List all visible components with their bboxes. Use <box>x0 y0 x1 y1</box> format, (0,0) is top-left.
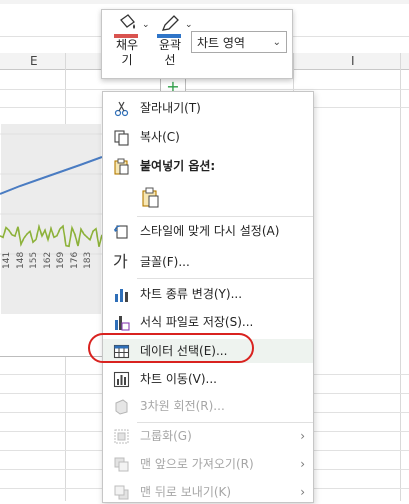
menu-label: 차트 종류 변경(Y)... <box>140 287 243 301</box>
fill-button[interactable]: 채우 기 <box>112 14 142 68</box>
menu-item-font[interactable]: 가 글꼴(F)... <box>103 250 313 274</box>
x-axis-tick-label: 155 <box>29 251 39 269</box>
chart-area[interactable]: 141 148 155 162 169 176 183 <box>0 124 103 357</box>
column-header-i[interactable]: I <box>351 53 355 69</box>
reset-style-icon <box>114 225 128 239</box>
send-back-icon <box>114 485 129 500</box>
menu-item-reset-style[interactable]: 스타일에 맞게 다시 설정(A) <box>103 219 313 243</box>
scissors-icon <box>114 101 129 117</box>
menu-item-send-to-back[interactable]: 맨 뒤로 보내기(K) › <box>103 480 313 504</box>
select-data-icon <box>113 344 130 359</box>
group-icon <box>114 429 129 444</box>
move-chart-icon <box>113 371 130 388</box>
menu-item-move-chart[interactable]: 차트 이동(V)... <box>103 367 313 391</box>
x-axis-tick-label: 183 <box>83 251 93 269</box>
menu-label: 맨 뒤로 보내기(K) <box>140 485 232 499</box>
paste-option-icon <box>142 187 159 208</box>
menu-label: 붙여넣기 옵션: <box>140 159 216 173</box>
gridline-col <box>400 53 401 501</box>
menu-label: 차트 이동(V)... <box>140 372 217 386</box>
outline-dropdown-icon[interactable]: ⌄ <box>185 20 193 30</box>
paste-icon <box>114 158 129 175</box>
fill-label-2: 기 <box>121 53 133 67</box>
outline-color-swatch <box>157 34 181 38</box>
menu-label: 서식 파일로 저장(S)... <box>140 315 254 329</box>
menu-label: 글꼴(F)... <box>140 255 190 269</box>
chart-elements-select[interactable]: 차트 영역 ⌄ <box>191 31 287 53</box>
save-template-icon <box>115 316 130 331</box>
series-green-line <box>0 223 102 248</box>
menu-label: 3차원 회전(R)... <box>140 399 225 413</box>
menu-item-group[interactable]: 그룹화(G) › <box>103 424 313 448</box>
context-menu: 잘라내기(T) 복사(C) 붙여넣기 옵션: 스타일에 맞게 다시 설정(A) <box>102 91 314 503</box>
fill-dropdown-icon[interactable]: ⌄ <box>142 20 150 30</box>
submenu-arrow-icon: › <box>300 457 305 471</box>
menu-item-cut[interactable]: 잘라내기(T) <box>103 96 313 120</box>
menu-label: 잘라내기(T) <box>140 101 201 115</box>
top-strip <box>0 0 409 4</box>
x-axis-tick-label: 148 <box>15 251 26 269</box>
menu-label: 스타일에 맞게 다시 설정(A) <box>140 224 280 238</box>
fill-label-1: 채우 <box>115 38 139 52</box>
bring-front-icon <box>114 457 129 472</box>
chevron-down-icon: ⌄ <box>272 37 281 48</box>
column-header-e[interactable]: E <box>30 53 38 69</box>
paste-option-keep-formatting[interactable] <box>103 184 313 212</box>
x-axis-tick-label: 169 <box>56 251 66 269</box>
paint-bucket-icon <box>120 14 135 29</box>
menu-separator <box>137 278 313 279</box>
menu-separator <box>137 422 313 423</box>
menu-item-3d-rotation[interactable]: 3차원 회전(R)... <box>103 394 313 418</box>
chart-elements-select-value: 차트 영역 <box>197 36 245 50</box>
menu-label: 데이터 선택(E)... <box>140 344 228 358</box>
menu-label: 복사(C) <box>140 130 180 144</box>
fill-color-swatch <box>114 34 138 38</box>
menu-item-paste-options: 붙여넣기 옵션: <box>103 154 313 178</box>
copy-icon <box>114 130 129 146</box>
menu-item-bring-to-front[interactable]: 맨 앞으로 가져오기(R) › <box>103 452 313 476</box>
series-blue-line <box>0 156 102 195</box>
gridline-row <box>0 89 409 90</box>
submenu-arrow-icon: › <box>300 429 305 443</box>
font-icon: 가 <box>113 252 128 271</box>
chart-plot-area <box>0 124 102 314</box>
outline-button[interactable]: 윤곽 선 <box>155 14 185 68</box>
menu-separator <box>137 216 313 217</box>
x-axis-tick-label: 141 <box>2 251 12 269</box>
submenu-arrow-icon: › <box>300 485 305 499</box>
menu-item-save-template[interactable]: 서식 파일로 저장(S)... <box>103 310 313 334</box>
bar-chart-icon <box>115 289 128 302</box>
menu-label: 그룹화(G) <box>140 429 192 443</box>
x-axis-tick-label: 162 <box>42 251 53 269</box>
menu-item-select-data[interactable]: 데이터 선택(E)... <box>103 339 313 363</box>
x-axis-tick-label: 176 <box>69 251 80 269</box>
menu-item-copy[interactable]: 복사(C) <box>103 125 313 149</box>
mini-toolbar: 채우 기 ⌄ 윤곽 선 ⌄ 차트 영역 ⌄ <box>101 9 293 79</box>
pen-icon <box>161 15 179 31</box>
outline-label-2: 선 <box>164 53 176 67</box>
menu-item-change-chart-type[interactable]: 차트 종류 변경(Y)... <box>103 282 313 306</box>
outline-label-1: 윤곽 <box>158 38 182 52</box>
rotate-3d-icon <box>115 399 128 415</box>
menu-label: 맨 앞으로 가져오기(R) <box>140 457 254 471</box>
